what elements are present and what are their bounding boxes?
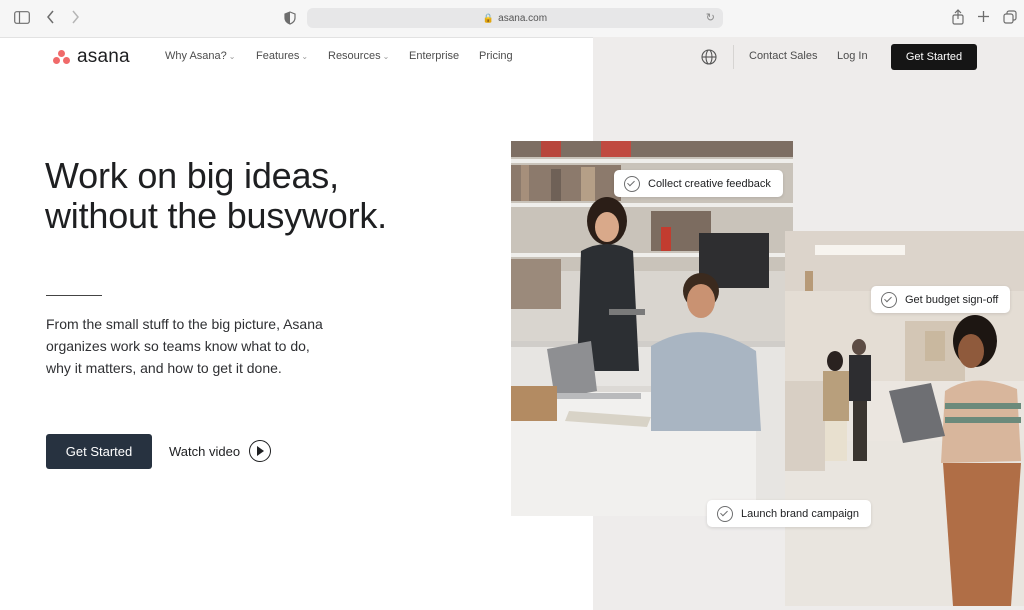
privacy-shield-icon[interactable] [284,11,296,28]
nav-label: Features [256,50,300,62]
tab-overview-icon[interactable] [1003,10,1017,27]
task-chip: Get budget sign-off [871,286,1011,313]
lock-icon: 🔒 [482,12,495,23]
task-chip: Launch brand campaign [707,500,872,527]
hero-headline: Work on big ideas, without the busywork. [45,156,387,236]
subtitle-line: organizes work so teams know what to do, [46,338,310,354]
back-icon[interactable] [46,10,55,27]
nav-pricing[interactable]: Pricing [479,50,513,62]
browser-toolbar: 🔒 asana.com ↻ [0,0,1024,38]
contact-sales-link[interactable]: Contact Sales [749,50,817,62]
subtitle-line: From the small stuff to the big picture,… [46,316,323,332]
new-tab-icon[interactable] [977,10,990,26]
logo-text: asana [77,46,130,67]
share-icon[interactable] [952,9,964,28]
forward-icon[interactable] [71,10,80,27]
nav-divider [733,45,734,69]
watch-video-button[interactable]: Watch video [169,440,272,462]
nav-enterprise[interactable]: Enterprise [409,50,459,62]
subtitle-line: why it matters, and how to get it done. [46,360,282,376]
task-label: Launch brand campaign [741,507,860,520]
chevron-down-icon: ⌄ [228,52,236,61]
check-circle-icon [717,505,733,522]
chevron-down-icon: ⌄ [382,52,390,61]
nav-label: Pricing [479,50,513,62]
reload-icon[interactable]: ↻ [706,11,715,24]
address-bar[interactable]: 🔒 asana.com ↻ [307,8,723,28]
nav-label: Enterprise [409,50,460,62]
nav-label: Resources [328,50,381,62]
chevron-down-icon: ⌄ [301,52,309,61]
check-circle-icon [624,175,640,192]
watch-video-label: Watch video [169,443,241,459]
office-photo [511,141,793,516]
asana-logo-icon [53,50,71,64]
get-started-nav-button[interactable]: Get Started [891,44,977,70]
headline-line: Work on big ideas, [45,155,339,196]
asana-logo[interactable]: asana [53,46,130,68]
task-label: Get budget sign-off [905,293,999,306]
headline-line: without the busywork. [45,195,387,236]
hero-subtitle: From the small stuff to the big picture,… [46,313,346,379]
play-icon [249,440,272,462]
nav-resources[interactable]: Resources ⌄ [328,50,389,62]
nav-label: Why Asana? [165,50,227,62]
nav-features[interactable]: Features ⌄ [256,50,308,62]
log-in-link[interactable]: Log In [837,50,868,62]
nav-why-asana[interactable]: Why Asana? ⌄ [165,50,235,62]
check-circle-icon [881,291,897,308]
globe-icon[interactable] [701,49,717,65]
address-text: asana.com [498,12,548,24]
sidebar-toggle-icon[interactable] [14,11,30,27]
hero-divider [46,295,102,296]
get-started-hero-button[interactable]: Get Started [46,434,152,469]
task-label: Collect creative feedback [648,177,771,190]
task-chip: Collect creative feedback [614,170,783,197]
